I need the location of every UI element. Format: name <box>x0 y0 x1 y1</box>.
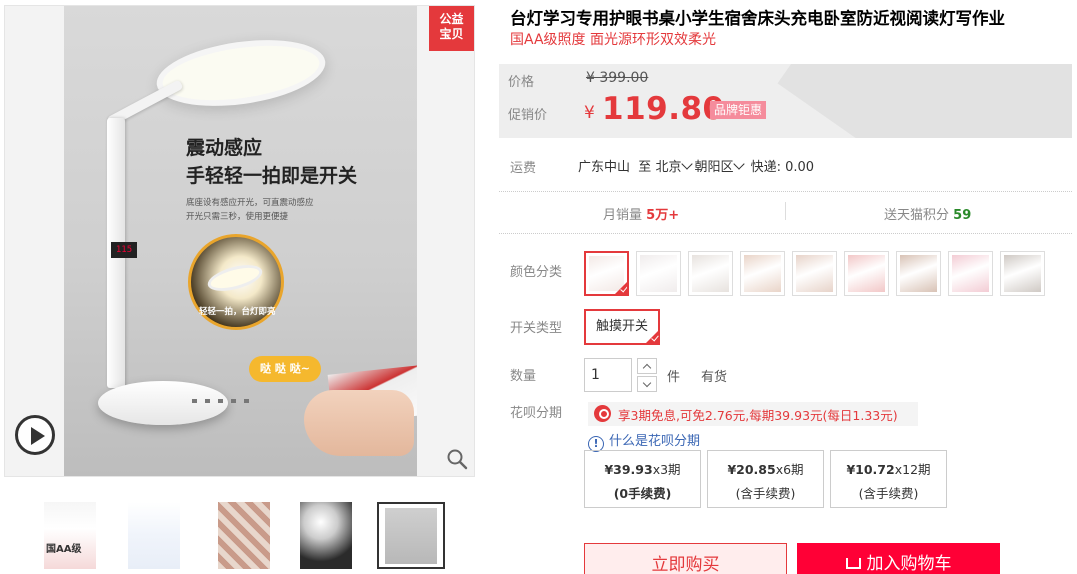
monthly-sales-value: 5万+ <box>646 208 680 223</box>
product-photo: 115 震动感应 手轻轻一拍即是开关 底座设有感应开光，可直震动感应 开光只需三… <box>64 6 417 476</box>
selected-check-icon <box>615 282 627 294</box>
quantity-label: 数量 <box>510 369 537 384</box>
current-price: 119.80 <box>602 91 725 127</box>
original-price: ¥ 399.00 <box>586 70 649 86</box>
ship-to-prefix: 至 <box>638 160 652 175</box>
buy-now-button[interactable]: 立即购买 <box>584 543 787 574</box>
ship-method: 快递: 0.00 <box>750 160 815 175</box>
charity-badge: 公益 宝贝 <box>429 6 474 51</box>
product-title: 台灯学习专用护眼书桌小学生宿舍床头充电卧室防近视阅读灯写作业 <box>510 9 1005 28</box>
add-to-cart-button[interactable]: 加入购物车 <box>797 543 1000 574</box>
ship-city-select[interactable]: 北京 <box>655 158 694 175</box>
huabei-label: 花呗分期 <box>510 406 563 421</box>
quantity-unit: 件 <box>667 370 681 385</box>
installment-plan-6[interactable]: ¥20.85x6期 (含手续费) <box>707 450 824 508</box>
swatch-image <box>900 255 937 292</box>
thumbnail-1[interactable]: 国AA级 <box>44 502 96 569</box>
huabei-help-link[interactable]: ! 什么是花呗分期 <box>588 430 700 452</box>
color-swatch-8[interactable] <box>948 251 993 296</box>
lamp-touch-dots <box>192 399 250 403</box>
knock-bubble: 哒 哒 哒~ <box>249 356 321 382</box>
color-swatch-5[interactable] <box>792 251 837 296</box>
color-label: 颜色分类 <box>510 265 563 280</box>
switch-type-option[interactable]: 触摸开关 <box>584 309 661 345</box>
currency-symbol: ¥ <box>584 103 595 123</box>
ship-from: 广东中山 <box>578 160 631 175</box>
swatch-image <box>692 255 729 292</box>
monthly-sales: 月销量 5万+ <box>603 208 680 223</box>
play-video-button[interactable] <box>15 415 55 455</box>
hand <box>304 390 414 456</box>
circle-lamp <box>205 260 265 296</box>
swatch-image <box>640 255 677 292</box>
lamp-base <box>98 381 228 425</box>
promo-price-label: 促销价 <box>508 108 548 123</box>
thumbnail-3[interactable] <box>218 502 270 569</box>
chevron-down-icon <box>733 158 746 170</box>
tmall-points-value: 59 <box>953 208 972 223</box>
lamp-display: 115 <box>111 242 137 258</box>
huabei-promo: 享3期免息,可免2.76元,每期39.93元(每日1.33元) <box>588 402 918 426</box>
installment-plan-12[interactable]: ¥10.72x12期 (含手续费) <box>830 450 947 508</box>
shipping-label: 运费 <box>510 161 537 176</box>
swatch-image <box>952 255 989 292</box>
color-swatch-9[interactable] <box>1000 251 1045 296</box>
swatch-image <box>796 255 833 292</box>
color-swatch-4[interactable] <box>740 251 785 296</box>
deal-badge: 品牌钜惠 <box>710 101 767 119</box>
ship-district-select[interactable]: 朝阳区 <box>694 158 746 175</box>
color-swatch-2[interactable] <box>636 251 681 296</box>
zoom-icon[interactable] <box>446 448 468 470</box>
lamp-head <box>152 30 330 116</box>
color-swatch-3[interactable] <box>688 251 733 296</box>
tmall-points: 送天猫积分 59 <box>884 208 972 223</box>
chevron-down-icon <box>681 158 694 170</box>
main-product-image[interactable]: 115 震动感应 手轻轻一拍即是开关 底座设有感应开光，可直震动感应 开光只需三… <box>4 5 475 477</box>
color-swatch-1[interactable] <box>584 251 629 296</box>
thumbnail-image <box>385 508 437 564</box>
swatch-image <box>1004 255 1041 292</box>
thumbnail-4[interactable] <box>300 502 352 569</box>
huabei-icon <box>594 405 611 422</box>
cart-icon <box>845 558 861 569</box>
product-subtitle: 国AA级照度 面光源环形双效柔光 <box>510 32 716 48</box>
circle-caption: 轻轻一拍，台灯即亮 <box>199 307 276 317</box>
color-swatch-6[interactable] <box>844 251 889 296</box>
swatch-image <box>744 255 781 292</box>
color-swatch-7[interactable] <box>896 251 941 296</box>
price-panel <box>499 64 1072 138</box>
shipping-info: 广东中山 至 北京 朝阳区 快递: 0.00 <box>578 156 814 175</box>
quantity-increase-button[interactable] <box>637 358 657 374</box>
thumbnail-5[interactable] <box>377 502 445 569</box>
selected-check-icon <box>646 331 659 343</box>
promo-headline: 震动感应 手轻轻一拍即是开关 <box>186 137 358 187</box>
divider <box>499 233 1072 234</box>
swatch-image <box>848 255 885 292</box>
quantity-input[interactable] <box>584 358 632 392</box>
thumbnail-2[interactable] <box>128 502 180 569</box>
divider <box>499 191 1072 192</box>
original-price-label: 价格 <box>508 75 535 90</box>
quantity-decrease-button[interactable] <box>637 376 657 392</box>
promo-subtext: 底座设有感应开光，可直震动感应 开光只需三秒，使用更便捷 <box>186 198 314 222</box>
stat-divider <box>785 202 786 220</box>
switch-type-label: 开关类型 <box>510 321 563 336</box>
installment-plan-3[interactable]: ¥39.93x3期 (0手续费) <box>584 450 701 508</box>
thumbnail-strip: 国AA级 <box>44 502 454 570</box>
thumbnail-text: 国AA级 <box>46 544 82 555</box>
stock-status: 有货 <box>701 370 728 385</box>
